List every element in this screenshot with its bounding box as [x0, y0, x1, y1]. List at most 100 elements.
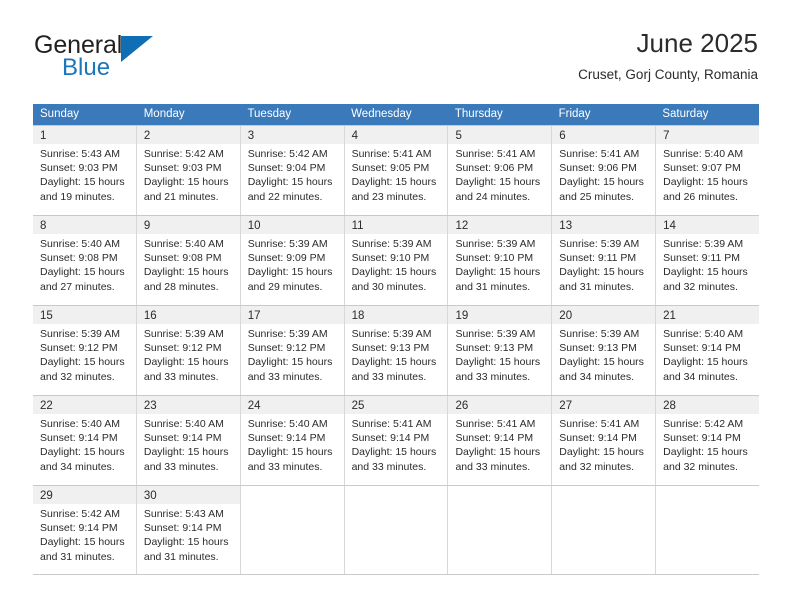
calendar-day-cell[interactable]: 30 Sunrise: 5:43 AM Sunset: 9:14 PM Dayligh… [135, 486, 240, 574]
day-sun-info: Sunrise: 5:41 AM Sunset: 9:14 PM Daylight:… [448, 414, 551, 474]
calendar-day-cell[interactable]: 13 Sunrise: 5:39 AM Sunset: 9:11 PM Dayligh… [551, 216, 656, 305]
page-header: General Blue June 2025 Cruset, Gorj Coun… [34, 28, 758, 90]
calendar-day-cell[interactable]: 27 Sunrise: 5:41 AM Sunset: 9:14 PM Dayligh… [551, 396, 656, 485]
day-number-strip: 30 [136, 486, 240, 504]
day-sun-info: Sunrise: 5:40 AM Sunset: 9:14 PM Daylight:… [241, 414, 344, 474]
calendar-day-cell[interactable]: 23 Sunrise: 5:40 AM Sunset: 9:14 PM Dayligh… [135, 396, 240, 485]
day-number-strip: 24 [240, 396, 344, 414]
sunset-text: Sunset: 9:13 PM [559, 342, 637, 355]
calendar-day-cell[interactable]: 4 Sunrise: 5:41 AM Sunset: 9:05 PM Daylight… [343, 126, 448, 215]
sunrise-text: Sunrise: 5:42 AM [247, 148, 328, 160]
day-sun-info: Sunrise: 5:42 AM Sunset: 9:04 PM Daylight:… [241, 144, 344, 204]
sunrise-text: Sunrise: 5:40 AM [663, 328, 744, 340]
calendar-day-cell[interactable]: 19 Sunrise: 5:39 AM Sunset: 9:13 PM Dayligh… [447, 306, 552, 395]
calendar-day-cell[interactable]: 11 Sunrise: 5:39 AM Sunset: 9:10 PM Dayligh… [343, 216, 448, 305]
daylight-text-line2: and 31 minutes. [559, 280, 635, 293]
calendar-day-cell[interactable]: 20 Sunrise: 5:39 AM Sunset: 9:13 PM Dayligh… [551, 306, 656, 395]
generalblue-logo[interactable]: General Blue [34, 31, 214, 87]
daylight-text-line2: and 29 minutes. [247, 280, 323, 293]
day-number-strip: 19 [448, 306, 552, 324]
sunset-text: Sunset: 9:05 PM [351, 162, 430, 175]
sunset-text: Sunset: 9:08 PM [143, 252, 222, 265]
calendar-day-cell[interactable]: 24 Sunrise: 5:40 AM Sunset: 9:14 PM Dayligh… [239, 396, 344, 485]
calendar-day-cell[interactable]: 25 Sunrise: 5:41 AM Sunset: 9:14 PM Dayligh… [343, 396, 448, 485]
calendar-day-cell[interactable]: 2 Sunrise: 5:42 AM Sunset: 9:03 PM Daylight… [135, 126, 240, 215]
day-number: 26 [455, 400, 469, 412]
calendar-day-cell[interactable]: 3 Sunrise: 5:42 AM Sunset: 9:04 PM Daylight… [239, 126, 344, 215]
day-number: 1 [40, 130, 47, 142]
calendar-day-cell[interactable]: 26 Sunrise: 5:41 AM Sunset: 9:14 PM Dayligh… [447, 396, 552, 485]
calendar-page: General Blue June 2025 Cruset, Gorj Coun… [0, 0, 792, 612]
sunset-text: Sunset: 9:09 PM [247, 252, 326, 265]
day-number: 11 [351, 220, 364, 232]
daylight-text-line2: and 30 minutes. [351, 280, 427, 293]
calendar-day-cell[interactable]: 14 Sunrise: 5:39 AM Sunset: 9:11 PM Dayligh… [655, 216, 760, 305]
sunrise-text: Sunrise: 5:39 AM [559, 328, 640, 340]
day-sun-info: Sunrise: 5:42 AM Sunset: 9:14 PM Daylight:… [33, 504, 136, 564]
calendar-day-cell[interactable]: 18 Sunrise: 5:39 AM Sunset: 9:13 PM Dayligh… [343, 306, 448, 395]
day-sun-info: Sunrise: 5:40 AM Sunset: 9:07 PM Daylight:… [656, 144, 759, 204]
calendar-day-cell[interactable]: 1 Sunrise: 5:43 AM Sunset: 9:03 PM Daylight… [33, 126, 136, 215]
daylight-text-line2: and 31 minutes. [40, 550, 115, 563]
daylight-text-line2: and 33 minutes. [143, 370, 219, 383]
day-sun-info: Sunrise: 5:42 AM Sunset: 9:03 PM Daylight:… [137, 144, 240, 204]
sunrise-text: Sunrise: 5:43 AM [143, 508, 224, 520]
sunset-text: Sunset: 9:08 PM [40, 252, 118, 265]
day-number-strip [345, 486, 448, 504]
calendar-body: 1 Sunrise: 5:43 AM Sunset: 9:03 PM Daylight… [33, 125, 760, 575]
sunset-text: Sunset: 9:12 PM [40, 342, 118, 355]
day-number-strip: 8 [33, 216, 136, 234]
weekday-thursday: Thursday [454, 108, 503, 120]
day-sun-info: Sunrise: 5:41 AM Sunset: 9:14 PM Daylight:… [345, 414, 448, 474]
daylight-text-line2: and 33 minutes. [455, 370, 531, 383]
calendar-day-cell[interactable]: 10 Sunrise: 5:39 AM Sunset: 9:09 PM Dayligh… [239, 216, 344, 305]
calendar-day-cell[interactable]: 22 Sunrise: 5:40 AM Sunset: 9:14 PM Dayligh… [33, 396, 136, 485]
day-sun-info: Sunrise: 5:39 AM Sunset: 9:09 PM Daylight:… [241, 234, 344, 294]
calendar-day-cell[interactable]: 17 Sunrise: 5:39 AM Sunset: 9:12 PM Dayligh… [239, 306, 344, 395]
day-sun-info [345, 504, 448, 507]
day-number-strip: 7 [656, 126, 760, 144]
calendar-day-cell[interactable]: 8 Sunrise: 5:40 AM Sunset: 9:08 PM Daylight… [33, 216, 136, 305]
calendar-week-row: 15 Sunrise: 5:39 AM Sunset: 9:12 PM Dayligh… [33, 305, 760, 395]
calendar-day-cell[interactable]: 29 Sunrise: 5:42 AM Sunset: 9:14 PM Dayligh… [33, 486, 136, 574]
day-number: 25 [351, 400, 365, 412]
daylight-text-line1: Daylight: 15 hours [247, 176, 333, 189]
daylight-text-line1: Daylight: 15 hours [40, 266, 125, 279]
daylight-text-line2: and 27 minutes. [40, 280, 115, 293]
day-sun-info: Sunrise: 5:39 AM Sunset: 9:13 PM Daylight:… [448, 324, 551, 384]
calendar-day-cell[interactable]: 16 Sunrise: 5:39 AM Sunset: 9:12 PM Dayligh… [135, 306, 240, 395]
calendar-day-cell[interactable]: 9 Sunrise: 5:40 AM Sunset: 9:08 PM Daylight… [135, 216, 240, 305]
daylight-text-line1: Daylight: 15 hours [247, 356, 333, 369]
daylight-text-line2: and 23 minutes. [351, 190, 427, 203]
sunrise-text: Sunrise: 5:39 AM [40, 328, 120, 340]
sunrise-text: Sunrise: 5:41 AM [351, 418, 432, 430]
sunset-text: Sunset: 9:14 PM [663, 432, 741, 445]
sunrise-text: Sunrise: 5:41 AM [455, 148, 536, 160]
sunset-text: Sunset: 9:14 PM [40, 432, 118, 445]
day-number-strip: 26 [448, 396, 552, 414]
calendar-day-cell[interactable]: 28 Sunrise: 5:42 AM Sunset: 9:14 PM Dayligh… [655, 396, 760, 485]
weekday-saturday: Saturday [662, 108, 709, 120]
day-number-strip: 17 [240, 306, 344, 324]
sunrise-text: Sunrise: 5:40 AM [40, 238, 120, 250]
day-sun-info [241, 504, 344, 507]
day-number-strip: 11 [344, 216, 448, 234]
calendar-day-cell-empty [343, 486, 448, 574]
day-number: 12 [455, 220, 469, 232]
daylight-text-line1: Daylight: 15 hours [143, 536, 229, 549]
daylight-text-line2: and 32 minutes. [663, 280, 738, 293]
calendar-day-cell[interactable]: 5 Sunrise: 5:41 AM Sunset: 9:06 PM Daylight… [447, 126, 552, 215]
daylight-text-line1: Daylight: 15 hours [351, 446, 437, 459]
calendar-day-cell[interactable]: 7 Sunrise: 5:40 AM Sunset: 9:07 PM Daylight… [655, 126, 760, 215]
daylight-text-line1: Daylight: 15 hours [143, 176, 229, 189]
daylight-text-line2: and 26 minutes. [663, 190, 738, 203]
sunset-text: Sunset: 9:10 PM [455, 252, 534, 265]
day-number: 13 [559, 220, 573, 232]
calendar-day-cell[interactable]: 21 Sunrise: 5:40 AM Sunset: 9:14 PM Dayligh… [655, 306, 760, 395]
daylight-text-line2: and 24 minutes. [455, 190, 531, 203]
calendar-day-cell[interactable]: 6 Sunrise: 5:41 AM Sunset: 9:06 PM Daylight… [551, 126, 656, 215]
calendar-day-cell[interactable]: 12 Sunrise: 5:39 AM Sunset: 9:10 PM Dayligh… [447, 216, 552, 305]
day-number: 21 [663, 310, 676, 322]
day-sun-info: Sunrise: 5:39 AM Sunset: 9:11 PM Daylight:… [656, 234, 759, 294]
calendar-day-cell[interactable]: 15 Sunrise: 5:39 AM Sunset: 9:12 PM Dayligh… [33, 306, 136, 395]
